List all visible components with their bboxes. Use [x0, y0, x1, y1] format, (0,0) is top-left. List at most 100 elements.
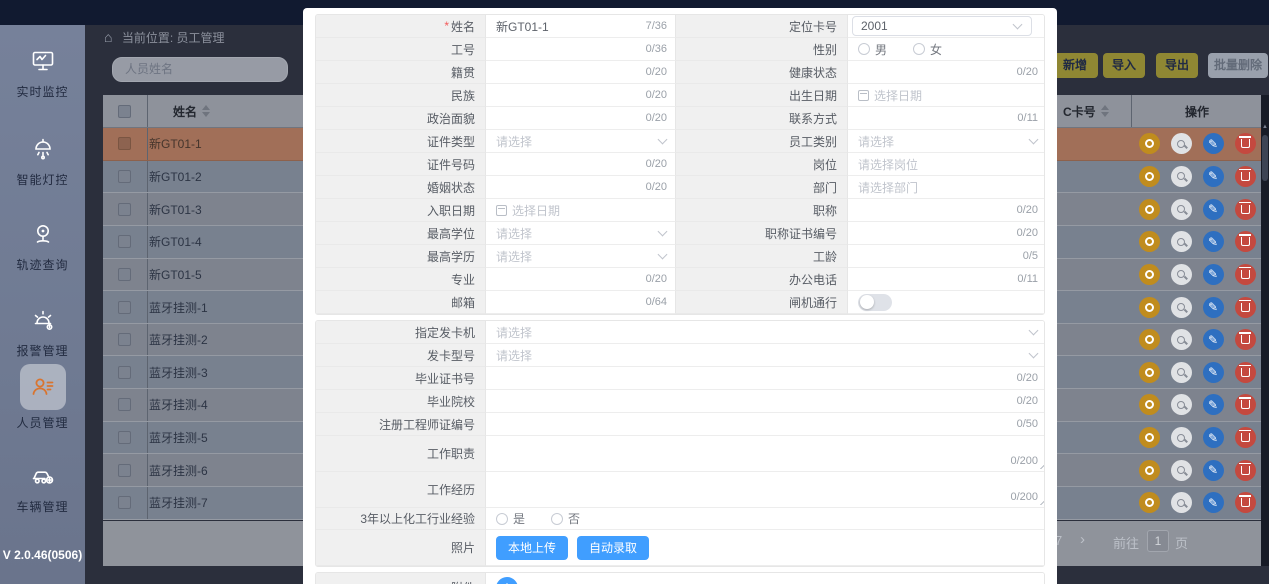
- edit-button[interactable]: ✎: [1203, 329, 1224, 350]
- view-button[interactable]: [1171, 166, 1192, 187]
- row-checkbox[interactable]: [118, 203, 131, 216]
- issue-card-button[interactable]: [1139, 166, 1160, 187]
- row-checkbox[interactable]: [118, 333, 131, 346]
- degree-select[interactable]: 请选择: [486, 222, 676, 245]
- ethnicity-input[interactable]: 0/20: [486, 84, 676, 107]
- sidebar-item-alarm-manage[interactable]: 报警管理: [0, 306, 85, 359]
- delete-button[interactable]: [1235, 460, 1256, 481]
- edit-button[interactable]: ✎: [1203, 394, 1224, 415]
- next-page-icon[interactable]: ›: [1080, 531, 1085, 548]
- issue-card-button[interactable]: [1139, 133, 1160, 154]
- view-button[interactable]: [1171, 231, 1192, 252]
- political-status-input[interactable]: 0/20: [486, 107, 676, 130]
- radio-yes[interactable]: 是: [496, 510, 525, 527]
- import-button[interactable]: 导入: [1103, 53, 1145, 78]
- delete-button[interactable]: [1235, 394, 1256, 415]
- name-input[interactable]: 新GT01-17/36: [486, 15, 676, 38]
- sort-caret-icon[interactable]: [1101, 105, 1109, 117]
- issue-card-button[interactable]: [1139, 460, 1160, 481]
- sidebar-item-personnel-manage[interactable]: 人员管理: [0, 364, 85, 431]
- marital-status-input[interactable]: 0/20: [486, 176, 676, 199]
- row-checkbox[interactable]: [118, 431, 131, 444]
- scrollbar-thumb[interactable]: [1262, 135, 1268, 181]
- view-button[interactable]: [1171, 264, 1192, 285]
- row-checkbox[interactable]: [118, 301, 131, 314]
- export-button[interactable]: 导出: [1156, 53, 1198, 78]
- issue-card-button[interactable]: [1139, 297, 1160, 318]
- edit-button[interactable]: ✎: [1203, 427, 1224, 448]
- seniority-input[interactable]: 0/5: [848, 245, 1045, 268]
- radio-female[interactable]: 女: [913, 41, 942, 58]
- education-select[interactable]: 请选择: [486, 245, 676, 268]
- employee-id-input[interactable]: 0/36: [486, 38, 676, 61]
- radio-no[interactable]: 否: [551, 510, 580, 527]
- radio-male[interactable]: 男: [858, 41, 887, 58]
- title-input[interactable]: 0/20: [848, 199, 1045, 222]
- issue-card-button[interactable]: [1139, 362, 1160, 383]
- sidebar-item-smart-light[interactable]: 智能灯控: [0, 135, 85, 188]
- add-attachment-button[interactable]: +: [496, 577, 518, 584]
- batch-delete-button[interactable]: 批量删除: [1208, 53, 1268, 78]
- delete-button[interactable]: [1235, 231, 1256, 252]
- engineer-cert-input[interactable]: 0/50: [486, 413, 1045, 436]
- row-checkbox[interactable]: [118, 137, 131, 150]
- view-button[interactable]: [1171, 199, 1192, 220]
- resize-handle-icon[interactable]: [1037, 498, 1044, 505]
- delete-button[interactable]: [1235, 297, 1256, 318]
- post-select[interactable]: 请选择岗位: [848, 153, 1045, 176]
- edit-button[interactable]: ✎: [1203, 264, 1224, 285]
- job-duty-textarea[interactable]: 0/200: [486, 436, 1045, 472]
- issue-card-button[interactable]: [1139, 427, 1160, 448]
- delete-button[interactable]: [1235, 166, 1256, 187]
- select-all-checkbox[interactable]: [118, 105, 131, 118]
- delete-button[interactable]: [1235, 199, 1256, 220]
- office-phone-input[interactable]: 0/11: [848, 268, 1045, 291]
- issue-card-button[interactable]: [1139, 231, 1160, 252]
- native-place-input[interactable]: 0/20: [486, 61, 676, 84]
- row-checkbox[interactable]: [118, 366, 131, 379]
- edit-button[interactable]: ✎: [1203, 492, 1224, 513]
- sort-caret-icon[interactable]: [202, 105, 210, 117]
- sidebar-item-track-query[interactable]: 轨迹查询: [0, 220, 85, 273]
- search-input[interactable]: 人员姓名: [112, 57, 288, 82]
- page-input[interactable]: 1: [1147, 530, 1169, 552]
- view-button[interactable]: [1171, 427, 1192, 448]
- id-type-select[interactable]: 请选择: [486, 130, 676, 153]
- diploma-number-input[interactable]: 0/20: [486, 367, 1045, 390]
- hire-date-picker[interactable]: 选择日期: [486, 199, 676, 222]
- id-number-input[interactable]: 0/20: [486, 153, 676, 176]
- major-input[interactable]: 0/20: [486, 268, 676, 291]
- row-checkbox[interactable]: [118, 268, 131, 281]
- add-button[interactable]: 新增: [1052, 53, 1098, 78]
- edit-button[interactable]: ✎: [1203, 297, 1224, 318]
- card-number-select[interactable]: 2001: [848, 15, 1045, 38]
- view-button[interactable]: [1171, 394, 1192, 415]
- department-select[interactable]: 请选择部门: [848, 176, 1045, 199]
- health-status-input[interactable]: 0/20: [848, 61, 1045, 84]
- scroll-up-icon[interactable]: ▲: [1261, 123, 1269, 131]
- local-upload-button[interactable]: 本地上传: [496, 536, 568, 560]
- row-checkbox[interactable]: [118, 464, 131, 477]
- sidebar-item-vehicle-manage[interactable]: 车辆管理: [0, 462, 85, 515]
- edit-button[interactable]: ✎: [1203, 362, 1224, 383]
- issue-card-button[interactable]: [1139, 329, 1160, 350]
- edit-button[interactable]: ✎: [1203, 199, 1224, 220]
- auto-capture-button[interactable]: 自动录取: [577, 536, 649, 560]
- card-issuer-select[interactable]: 请选择: [486, 321, 1045, 344]
- work-experience-textarea[interactable]: 0/200: [486, 472, 1045, 508]
- delete-button[interactable]: [1235, 492, 1256, 513]
- row-checkbox[interactable]: [118, 398, 131, 411]
- employee-type-select[interactable]: 请选择: [848, 130, 1045, 153]
- delete-button[interactable]: [1235, 362, 1256, 383]
- view-button[interactable]: [1171, 133, 1192, 154]
- edit-button[interactable]: ✎: [1203, 231, 1224, 252]
- email-input[interactable]: 0/64: [486, 291, 676, 314]
- issue-card-button[interactable]: [1139, 264, 1160, 285]
- edit-button[interactable]: ✎: [1203, 460, 1224, 481]
- contact-input[interactable]: 0/11: [848, 107, 1045, 130]
- graduate-school-input[interactable]: 0/20: [486, 390, 1045, 413]
- title-cert-input[interactable]: 0/20: [848, 222, 1045, 245]
- row-checkbox[interactable]: [118, 170, 131, 183]
- edit-button[interactable]: ✎: [1203, 133, 1224, 154]
- issue-card-button[interactable]: [1139, 394, 1160, 415]
